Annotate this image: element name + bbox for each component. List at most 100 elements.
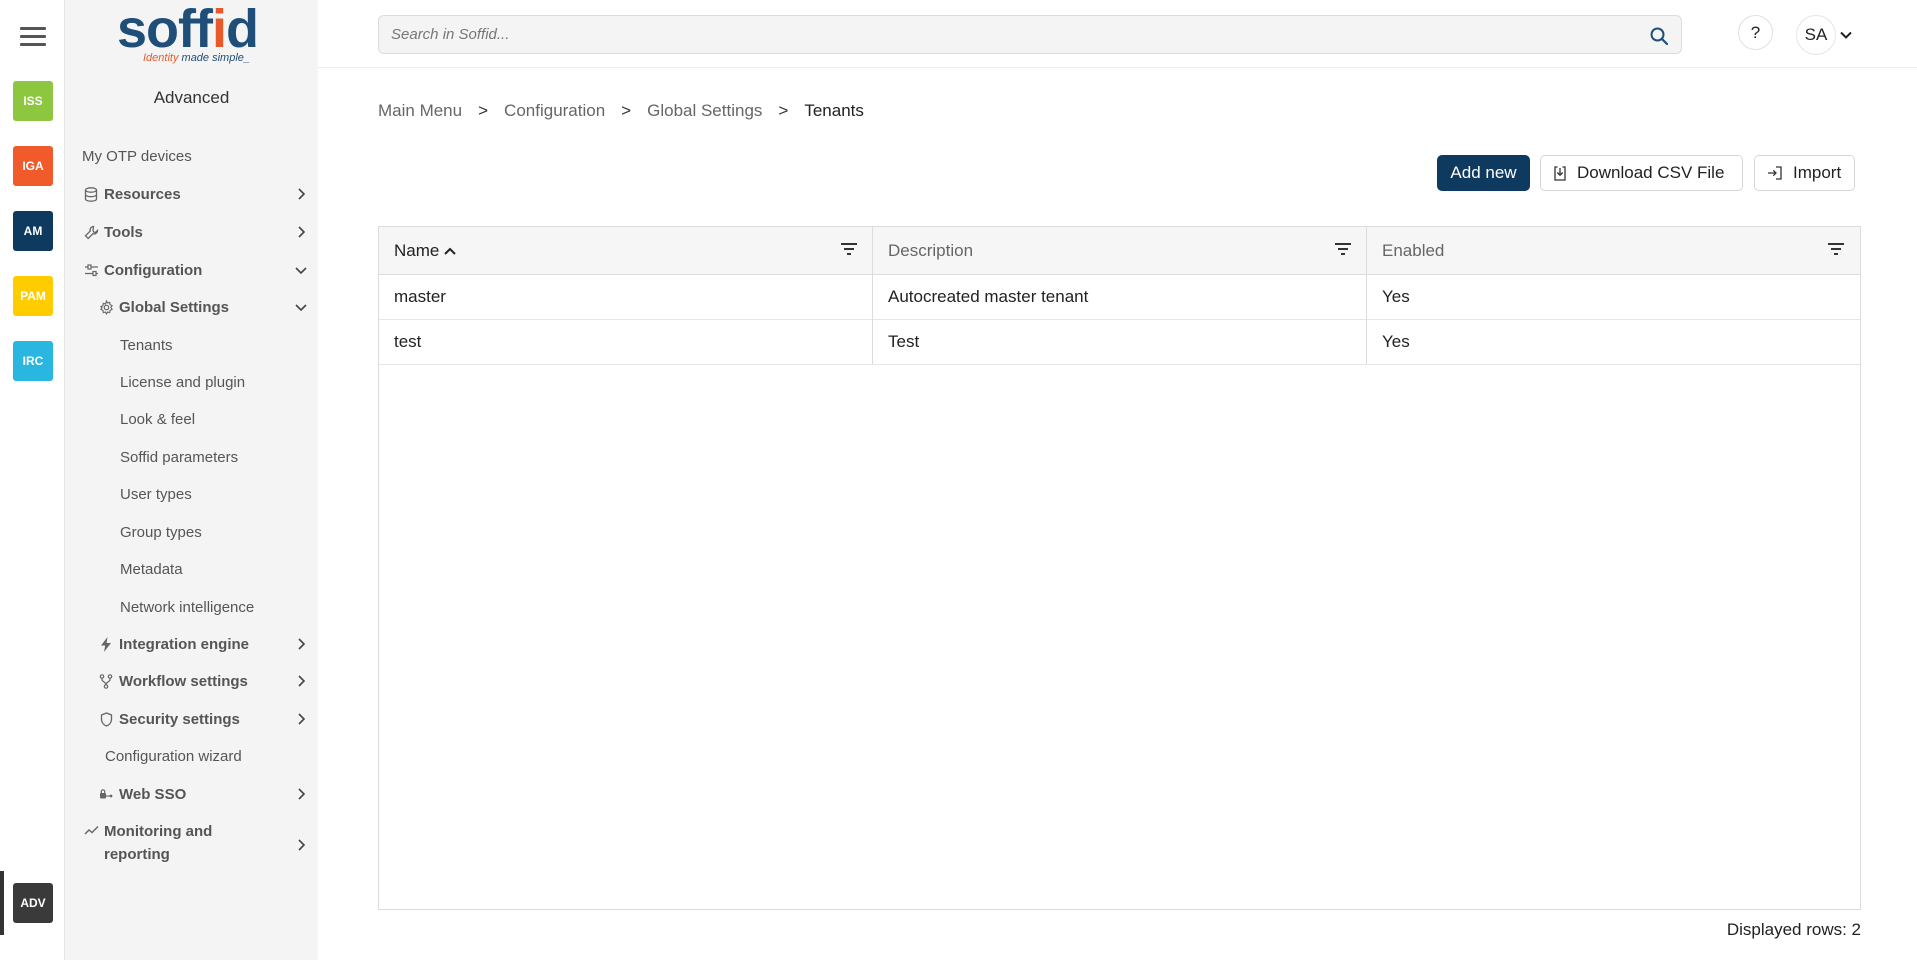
cell-enabled: Yes [1382,287,1410,306]
chevron-down-icon [295,304,307,312]
sidebar-item-label: User types [120,485,192,503]
chevron-right-icon [298,839,306,851]
logo-tag-b: made simple_ [181,52,251,64]
sidebar-item-integration-engine[interactable]: Integration engine [65,628,318,660]
sidebar-item-label: Network intelligence [120,598,255,616]
shield-icon [97,711,115,727]
cell-description: Test [888,332,920,351]
key-icon [97,788,115,800]
breadcrumb-separator: > [778,101,789,120]
import-label: Import [1793,163,1842,182]
sidebar-item-resources[interactable]: Resources [65,178,318,210]
help-button[interactable]: ? [1738,15,1773,50]
global-search [378,15,1682,54]
sidebar-item-label: Look & feel [120,410,196,428]
active-module-marker [0,871,4,935]
sidebar-item-security-settings[interactable]: Security settings [65,703,318,735]
sidebar-item-global-settings[interactable]: Global Settings [65,291,318,323]
soffid-logo[interactable]: soffid Identity made simple_ [117,2,267,70]
sidebar-item-label: Configuration [104,261,203,279]
filter-icon[interactable] [839,240,859,258]
chevron-right-icon [298,713,306,725]
breadcrumb-separator: > [478,101,489,120]
search-icon[interactable] [1649,26,1669,46]
module-adv-button[interactable]: ADV [13,883,53,923]
column-header-label: Name [394,240,440,260]
fork-icon [97,673,115,689]
chevron-down-icon[interactable] [1838,27,1854,43]
sidebar-item-workflow-settings[interactable]: Workflow settings [65,665,318,697]
logo-tagline: Identity made simple_ [143,52,250,64]
sidebar-item-monitoring-and-reporting[interactable]: Monitoring and reporting [65,820,318,870]
module-am-button[interactable]: AM [13,211,53,251]
chevron-right-icon [298,638,306,650]
column-header-name[interactable]: Name [379,227,873,274]
sidebar-item-label: Group types [120,523,202,541]
sidebar-item-tools[interactable]: Tools [65,216,318,248]
filter-icon[interactable] [1333,240,1353,258]
sidebar-item-label: Global Settings [119,298,230,316]
table-header: Name Description Enabled [379,227,1860,275]
sidebar-item-web-sso[interactable]: Web SSO [65,778,318,810]
table-row[interactable]: master Autocreated master tenant Yes [379,275,1860,320]
gear-icon [97,299,115,315]
logo-word-c: d [226,0,259,59]
import-button[interactable]: Import [1754,155,1855,191]
sidebar-item-license-and-plugin[interactable]: License and plugin [65,366,318,398]
wrench-icon [82,225,100,240]
sidebar-item-label: Metadata [120,560,183,578]
sidebar-item-tenants[interactable]: Tenants [65,329,318,361]
column-divider [872,227,873,364]
table-row[interactable]: test Test Yes [379,320,1860,365]
sidebar-item-label: License and plugin [120,373,246,391]
breadcrumb-global-settings[interactable]: Global Settings [647,101,762,121]
sidebar-item-configuration-wizard[interactable]: Configuration wizard [65,740,318,772]
header-divider [318,67,1917,68]
module-rail: ISS IGA AM PAM IRC ADV [0,0,65,960]
column-divider [1366,227,1367,364]
sidebar-item-user-types[interactable]: User types [65,478,318,510]
sidebar-item-label: Resources [104,185,181,203]
hamburger-menu-icon[interactable] [20,27,46,49]
module-iga-button[interactable]: IGA [13,146,53,186]
sidebar-item-label: Tools [104,223,143,241]
sidebar-item-my-otp-devices[interactable]: My OTP devices [65,140,318,172]
sort-ascending-icon [444,247,457,255]
sidebar-item-metadata[interactable]: Metadata [65,553,318,585]
sidebar-item-label: My OTP devices [82,147,192,165]
module-iss-button[interactable]: ISS [13,81,53,121]
sliders-icon [82,263,100,277]
chevron-right-icon [298,675,306,687]
sidebar-item-label: Tenants [120,336,173,354]
column-header-enabled[interactable]: Enabled [1367,227,1860,274]
breadcrumb-separator: > [621,101,632,120]
search-input[interactable] [391,16,1631,53]
sidebar-item-label: Security settings [119,710,240,728]
sidebar-item-label: Integration engine [119,635,250,653]
chevron-right-icon [298,226,306,238]
database-icon [82,186,100,202]
module-irc-button[interactable]: IRC [13,341,53,381]
download-csv-label: Download CSV File [1577,163,1725,182]
download-icon [1554,165,1566,181]
breadcrumb-main-menu[interactable]: Main Menu [378,101,462,121]
sidebar-item-configuration[interactable]: Configuration [65,254,318,286]
sidebar-title: Advanced [153,88,230,107]
cell-name: master [394,287,446,306]
logo-wordmark: soffid [117,2,267,56]
app-root: ISS IGA AM PAM IRC ADV soffid Identity m… [0,0,1917,960]
sidebar-item-look-and-feel[interactable]: Look & feel [65,403,318,435]
user-avatar[interactable]: SA [1796,15,1836,55]
add-new-button[interactable]: Add new [1437,155,1530,191]
module-pam-button[interactable]: PAM [13,276,53,316]
breadcrumb: Main Menu > Configuration > Global Setti… [378,100,864,122]
logo-word-a: soff [117,0,213,59]
download-csv-button[interactable]: Download CSV File [1540,155,1743,191]
breadcrumb-configuration[interactable]: Configuration [504,101,605,121]
sidebar-item-label: Monitoring and reporting [104,823,213,863]
sidebar-item-soffid-parameters[interactable]: Soffid parameters [65,441,318,473]
sidebar-item-network-intelligence[interactable]: Network intelligence [65,591,318,623]
filter-icon[interactable] [1826,240,1846,258]
column-header-description[interactable]: Description [873,227,1367,274]
sidebar-item-group-types[interactable]: Group types [65,516,318,548]
